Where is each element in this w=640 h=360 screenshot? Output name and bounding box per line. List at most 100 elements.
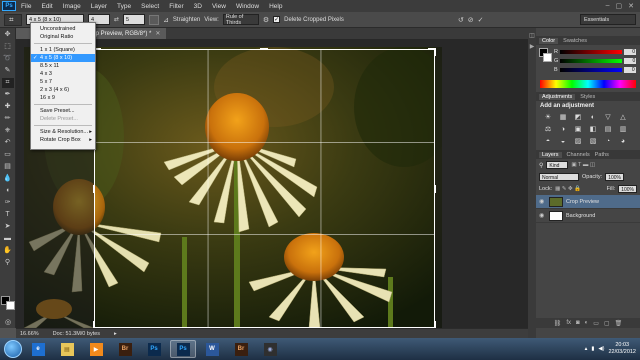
taskbar-bridge-2[interactable]: Br: [228, 340, 254, 358]
status-arrow-icon[interactable]: ▸: [114, 331, 117, 337]
ratio-menu-item[interactable]: 4 x 3: [31, 70, 95, 78]
opacity-field[interactable]: 100%: [605, 173, 624, 181]
blend-mode-select[interactable]: Normal: [539, 173, 579, 181]
crop-handle-top[interactable]: [260, 48, 268, 50]
color-swatches[interactable]: [1, 296, 15, 310]
lock-icons[interactable]: ▦ ✎ ✥ 🔒: [555, 186, 581, 192]
link-layers-icon[interactable]: ⛓: [554, 320, 562, 327]
adjustment-icon[interactable]: ◒: [557, 137, 569, 146]
dodge-tool-icon[interactable]: ◖: [2, 186, 14, 196]
tray-arrow-icon[interactable]: ▴: [585, 346, 588, 352]
color-panel-bg-swatch[interactable]: [543, 53, 552, 62]
menu-file[interactable]: File: [16, 3, 36, 10]
menu-view[interactable]: View: [207, 3, 231, 10]
commit-crop-icon[interactable]: ✓: [478, 16, 484, 24]
taskbar-media-player[interactable]: ▶: [83, 340, 109, 358]
adjustment-icon[interactable]: ☀: [542, 113, 554, 122]
menu-filter[interactable]: Filter: [164, 3, 188, 10]
trash-icon[interactable]: 🗑: [615, 320, 623, 327]
close-tab-icon[interactable]: ✕: [155, 30, 160, 37]
path-select-tool-icon[interactable]: ➤: [2, 222, 14, 232]
swap-icon[interactable]: ⇄: [114, 16, 119, 23]
lasso-tool-icon[interactable]: ➰: [2, 54, 14, 64]
color-spectrum-bar[interactable]: [540, 80, 636, 88]
fill-field[interactable]: 100%: [618, 185, 637, 193]
adjustment-icon[interactable]: ◓: [542, 137, 554, 146]
ratio-menu-item[interactable]: Size & Resolution... ▸: [31, 128, 95, 136]
blur-tool-icon[interactable]: 💧: [2, 174, 14, 184]
taskbar-internet-explorer[interactable]: e: [25, 340, 51, 358]
color-slider-value[interactable]: 0: [624, 57, 637, 64]
color-slider-value[interactable]: 0: [623, 66, 636, 73]
clock[interactable]: 20:03 22/03/2012: [608, 342, 636, 356]
taskbar-word[interactable]: W: [199, 340, 225, 358]
brush-tool-icon[interactable]: ✏: [2, 114, 14, 124]
maximize-icon[interactable]: ▢: [616, 2, 623, 10]
menu-layer[interactable]: Layer: [86, 3, 112, 10]
cancel-crop-icon[interactable]: ⊘: [468, 16, 474, 24]
start-button[interactable]: [4, 340, 22, 358]
adjustment-icon[interactable]: ▥: [617, 125, 629, 134]
tab-color[interactable]: Color: [539, 37, 559, 44]
marquee-tool-icon[interactable]: ⬚: [2, 42, 14, 52]
new-group-icon[interactable]: ▭: [593, 320, 599, 327]
hand-tool-icon[interactable]: ✋: [2, 246, 14, 256]
crop-height-field[interactable]: 5: [123, 14, 146, 25]
volume-icon[interactable]: ◀): [598, 346, 604, 352]
view-overlay-select[interactable]: Rule of Thirds: [222, 14, 259, 26]
crop-handle-bottom-right-v[interactable]: [434, 321, 436, 328]
crop-tool-preset[interactable]: ⌗: [4, 13, 22, 26]
straighten-icon[interactable]: ⊿: [163, 16, 169, 24]
ratio-menu-item[interactable]: ✓ 4 x 5 (8 x 10): [31, 54, 95, 62]
taskbar-bridge[interactable]: Br: [112, 340, 138, 358]
tab-paths[interactable]: Paths: [595, 152, 609, 158]
crop-handle-top-right-v[interactable]: [434, 48, 436, 56]
taskbar-other-app[interactable]: ◉: [257, 340, 283, 358]
new-adjustment-icon[interactable]: ◐: [585, 320, 589, 326]
adjustment-icon[interactable]: ◩: [572, 113, 584, 122]
adjustment-icon[interactable]: △: [617, 113, 629, 122]
color-slider-value[interactable]: 0: [623, 48, 636, 55]
clone-stamp-tool-icon[interactable]: ⎈: [2, 126, 14, 136]
background-color-swatch[interactable]: [6, 301, 15, 310]
document-info[interactable]: Doc: 51.3M/0 bytes: [53, 331, 100, 337]
tab-styles[interactable]: Styles: [580, 94, 595, 100]
adjustment-icon[interactable]: ◑: [557, 125, 569, 134]
history-icon[interactable]: ◫: [528, 32, 536, 39]
ratio-menu-item[interactable]: 5 x 7: [31, 78, 95, 86]
ratio-menu-item[interactable]: 2 x 3 (4 x 6): [31, 86, 95, 94]
taskbar-file-explorer[interactable]: ▤: [54, 340, 80, 358]
tab-adjustments[interactable]: Adjustments: [539, 93, 576, 100]
adjustment-icon[interactable]: ▧: [587, 137, 599, 146]
crop-tool-icon[interactable]: ⌗: [1, 78, 14, 88]
history-brush-tool-icon[interactable]: ↶: [2, 138, 14, 148]
adjustment-icon[interactable]: ▤: [602, 125, 614, 134]
kind-filter-select[interactable]: Kind: [546, 161, 569, 169]
network-icon[interactable]: ▮: [591, 346, 594, 352]
ratio-menu-item[interactable]: 16 x 9: [31, 94, 95, 102]
quick-mask-icon[interactable]: ◎: [2, 318, 14, 328]
delete-cropped-checkbox[interactable]: ✓: [273, 16, 281, 23]
type-tool-icon[interactable]: T: [2, 210, 14, 220]
layer-row[interactable]: ◉ Background: [536, 209, 640, 223]
adjustment-icon[interactable]: ◐: [587, 113, 599, 122]
zoom-tool-icon[interactable]: ⚲: [2, 258, 14, 268]
new-layer-icon[interactable]: ▢: [604, 320, 610, 327]
color-panel-swatches[interactable]: [539, 48, 552, 62]
minimize-icon[interactable]: –: [606, 2, 610, 10]
tab-layers[interactable]: Layers: [539, 151, 562, 158]
shape-tool-icon[interactable]: ▬: [2, 234, 14, 244]
menu-help[interactable]: Help: [264, 3, 287, 10]
taskbar-photoshop-active[interactable]: Ps: [170, 340, 196, 358]
adjustment-icon[interactable]: ◧: [587, 125, 599, 134]
adjustment-icon[interactable]: ◔: [602, 137, 614, 146]
add-mask-icon[interactable]: ◙: [576, 320, 580, 326]
clear-button[interactable]: [149, 14, 160, 25]
tab-swatches[interactable]: Swatches: [563, 38, 587, 44]
eye-icon[interactable]: ◉: [539, 198, 546, 205]
adjustment-icon[interactable]: ▽: [602, 113, 614, 122]
workspace-select[interactable]: Essentials: [580, 14, 636, 25]
adjustment-icon[interactable]: ◕: [617, 137, 629, 146]
zoom-level[interactable]: 16.66%: [20, 331, 39, 337]
healing-tool-icon[interactable]: ✚: [2, 102, 14, 112]
